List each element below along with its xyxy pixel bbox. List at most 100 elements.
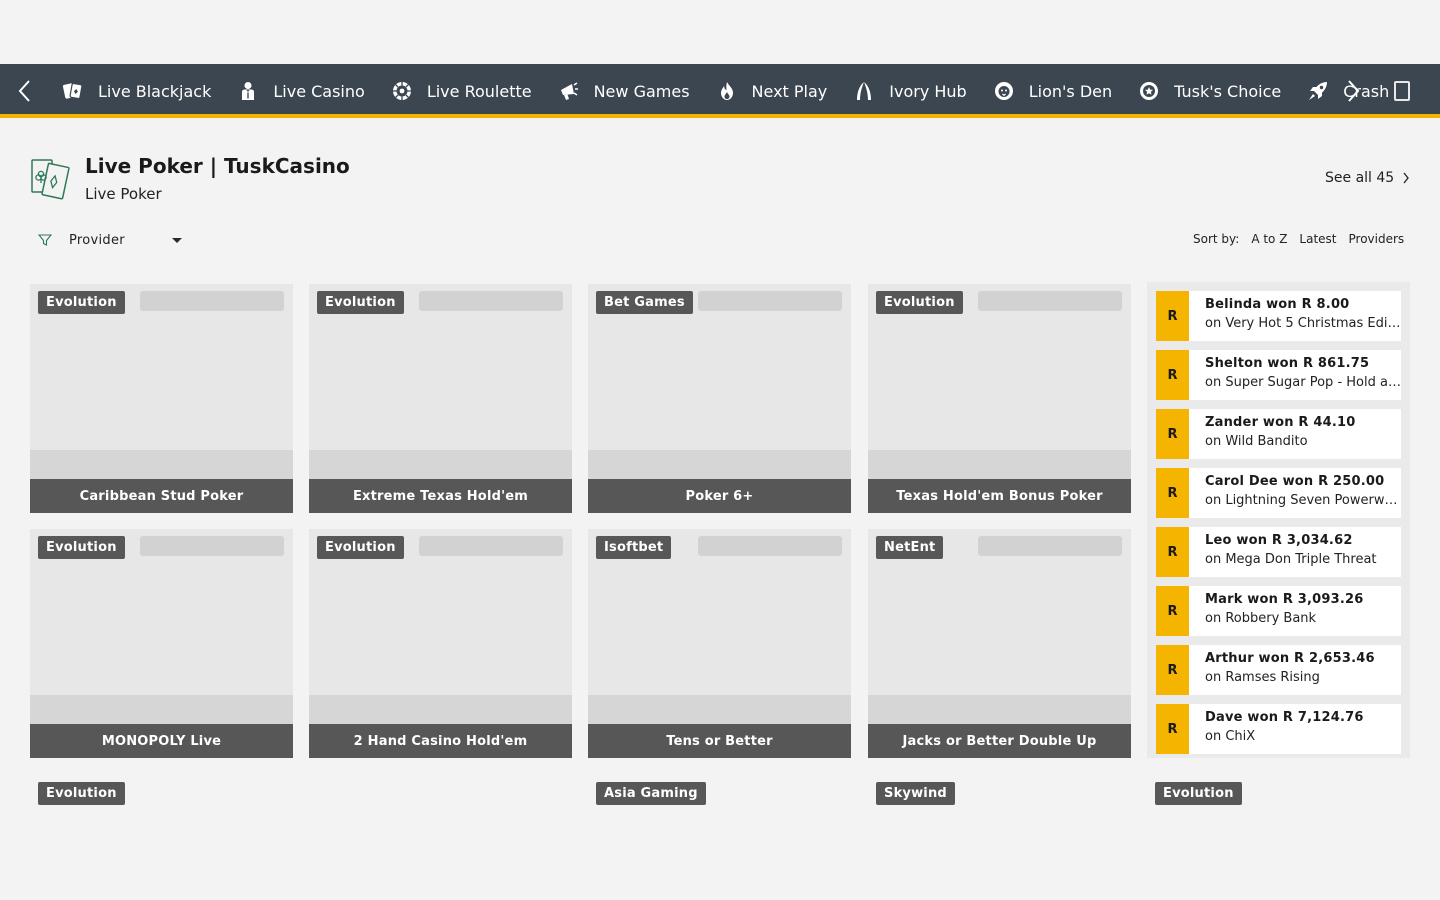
thumbnail-placeholder: [309, 695, 572, 724]
thumbnail-placeholder: [588, 695, 851, 724]
nav-item-new-games[interactable]: New Games: [558, 80, 690, 102]
nav-item-live-casino[interactable]: Live Casino: [237, 80, 365, 102]
provider-tag: Evolution: [38, 782, 125, 805]
currency-badge: R: [1156, 409, 1189, 459]
game-card[interactable]: Evolution Texas Hold'em Bonus Poker: [868, 284, 1131, 513]
nav-item-tusks-choice[interactable]: Tusk's Choice: [1138, 80, 1281, 102]
game-card[interactable]: Evolution MONOPOLY Live: [30, 529, 293, 758]
sort-option-a-to-z[interactable]: A to Z: [1251, 232, 1287, 246]
nav-scroll-left-button[interactable]: [4, 64, 44, 118]
loading-placeholder: [698, 291, 842, 311]
currency-badge: R: [1156, 704, 1189, 754]
menu-icon[interactable]: [1394, 81, 1410, 101]
nav-items: Live Blackjack Live Casino Live Roulette…: [62, 64, 1389, 118]
loading-placeholder: [698, 536, 842, 556]
winner-item[interactable]: R Belinda won R 8.00 on Very Hot 5 Christ…: [1156, 291, 1401, 341]
sort-option-providers[interactable]: Providers: [1349, 232, 1405, 246]
game-name: Jacks or Better Double Up: [868, 724, 1131, 758]
winner-item[interactable]: R Carol Dee won R 250.00 on Lightning Sev…: [1156, 468, 1401, 518]
category-subtitle: Live Poker: [85, 185, 162, 203]
currency-badge: R: [1156, 645, 1189, 695]
winner-item[interactable]: R Mark won R 3,093.26 on Robbery Bank: [1156, 586, 1401, 636]
thumbnail-placeholder: [588, 450, 851, 479]
thumbnail-placeholder: [309, 450, 572, 479]
winner-item[interactable]: R Zander won R 44.10 on Wild Bandito: [1156, 409, 1401, 459]
loading-placeholder: [419, 536, 563, 556]
sort-option-latest[interactable]: Latest: [1299, 232, 1336, 246]
game-card[interactable]: NetEnt Jacks or Better Double Up: [868, 529, 1131, 758]
provider-filter-label: Provider: [69, 232, 125, 248]
provider-filter-dropdown[interactable]: Provider: [38, 230, 182, 250]
game-name: MONOPOLY Live: [30, 724, 293, 758]
nav-item-label: Ivory Hub: [889, 81, 967, 101]
winner-amount: Belinda won R 8.00: [1205, 297, 1350, 312]
winner-amount: Dave won R 7,124.76: [1205, 710, 1364, 725]
sort-label: Sort by:: [1193, 232, 1240, 246]
winner-item[interactable]: R Dave won R 7,124.76 on ChiX: [1156, 704, 1401, 754]
megaphone-icon: [558, 80, 580, 102]
loading-placeholder: [140, 536, 284, 556]
currency-badge: R: [1156, 527, 1189, 577]
game-card[interactable]: Bet Games Poker 6+: [588, 284, 851, 513]
winner-game: on ChiX: [1205, 729, 1256, 744]
nav-item-lions-den[interactable]: Lion's Den: [993, 80, 1112, 102]
game-card[interactable]: Isoftbet Tens or Better: [588, 529, 851, 758]
chevron-right-icon: [1403, 172, 1410, 184]
provider-tag: NetEnt: [876, 536, 944, 559]
tusk-icon: [853, 80, 875, 102]
dealer-icon: [237, 80, 259, 102]
game-name: Extreme Texas Hold'em: [309, 479, 572, 513]
loading-placeholder: [419, 291, 563, 311]
nav-item-label: Live Roulette: [426, 81, 532, 101]
nav-item-label: Live Casino: [273, 81, 365, 101]
provider-tag: Evolution: [876, 291, 963, 314]
badge-icon: [1138, 80, 1160, 102]
game-card[interactable]: Evolution 2 Hand Casino Hold'em: [309, 529, 572, 758]
chevron-left-icon: [18, 80, 30, 102]
game-card[interactable]: Evolution Caribbean Stud Poker: [30, 284, 293, 513]
nav-item-label: Live Blackjack: [98, 81, 212, 101]
provider-tag: Evolution: [38, 291, 125, 314]
roulette-icon: [391, 80, 413, 102]
winner-amount: Leo won R 3,034.62: [1205, 533, 1353, 548]
game-name: Caribbean Stud Poker: [30, 479, 293, 513]
nav-item-live-blackjack[interactable]: Live Blackjack: [62, 80, 211, 102]
loading-placeholder: [140, 291, 284, 311]
winner-amount: Zander won R 44.10: [1205, 415, 1356, 430]
nav-item-ivory-hub[interactable]: Ivory Hub: [853, 80, 967, 102]
recent-winners-panel: R Belinda won R 8.00 on Very Hot 5 Christ…: [1147, 282, 1410, 758]
winner-amount: Shelton won R 861.75: [1205, 356, 1370, 371]
winner-game: on Very Hot 5 Christmas Edition: [1205, 316, 1401, 331]
thumbnail-placeholder: [868, 450, 1131, 479]
game-name: 2 Hand Casino Hold'em: [309, 724, 572, 758]
see-all-label: See all 45: [1325, 170, 1395, 186]
game-card[interactable]: Evolution Extreme Texas Hold'em: [309, 284, 572, 513]
cards-icon: [62, 80, 84, 102]
provider-tag: Evolution: [1155, 782, 1242, 805]
nav-item-next-play[interactable]: Next Play: [716, 80, 828, 102]
currency-badge: R: [1156, 291, 1189, 341]
filter-icon: [38, 234, 52, 246]
nav-item-live-roulette[interactable]: Live Roulette: [391, 80, 532, 102]
provider-tag: Asia Gaming: [596, 782, 706, 805]
winner-item[interactable]: R Shelton won R 861.75 on Super Sugar Pop…: [1156, 350, 1401, 400]
game-name: Tens or Better: [588, 724, 851, 758]
winner-item[interactable]: R Leo won R 3,034.62 on Mega Don Triple T…: [1156, 527, 1401, 577]
thumbnail-placeholder: [868, 695, 1131, 724]
provider-tag: Bet Games: [596, 291, 693, 314]
winner-game: on Mega Don Triple Threat: [1205, 552, 1377, 567]
lion-icon: [993, 80, 1015, 102]
caret-down-icon: [171, 237, 182, 243]
game-name: Poker 6+: [588, 479, 851, 513]
nav-item-label: Lion's Den: [1028, 81, 1113, 101]
see-all-link[interactable]: See all 45: [1325, 170, 1410, 186]
sort-bar: Sort by: A to Z Latest Providers: [1193, 232, 1404, 246]
currency-badge: R: [1156, 586, 1189, 636]
nav-scroll-right-button[interactable]: [1334, 64, 1374, 118]
winner-game: on Ramses Rising: [1205, 670, 1320, 685]
poker-cards-icon: [31, 159, 70, 200]
provider-tag: Isoftbet: [596, 536, 672, 559]
winner-item[interactable]: R Arthur won R 2,653.46 on Ramses Rising: [1156, 645, 1401, 695]
nav-item-label: Next Play: [751, 81, 828, 101]
provider-tag: Evolution: [38, 536, 125, 559]
